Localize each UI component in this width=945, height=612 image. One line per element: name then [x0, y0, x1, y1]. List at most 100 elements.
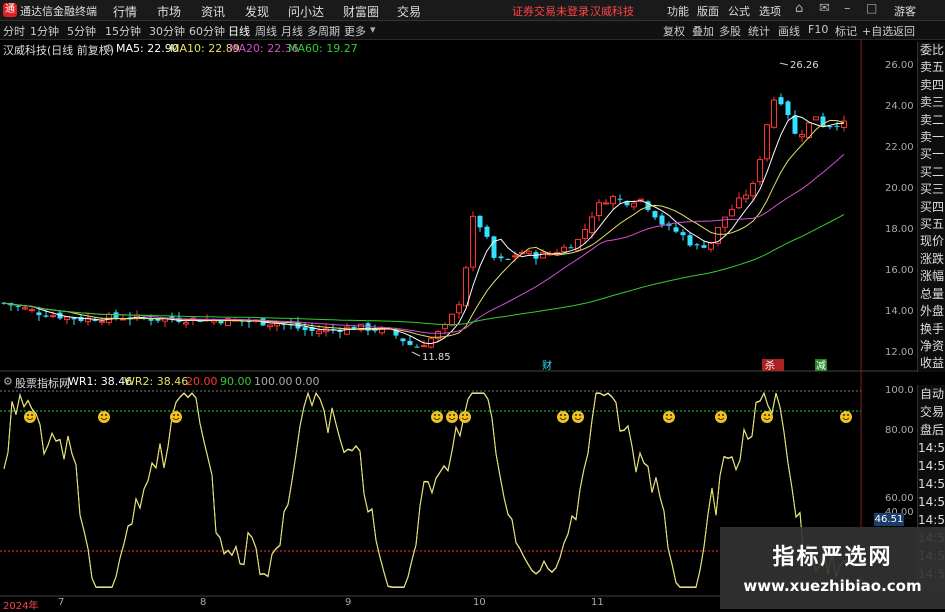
candle-body	[316, 330, 322, 335]
trade-log-item: 交易	[919, 405, 944, 419]
candle-body	[36, 312, 42, 316]
trade-log-item: 14:50	[918, 459, 945, 473]
candle-body	[694, 244, 700, 246]
date-tick: 7	[58, 597, 65, 608]
smiley-signal-icon	[715, 411, 727, 423]
smiley-signal-icon	[459, 411, 471, 423]
quote-label: 委比	[919, 43, 944, 57]
price-tick: 24.00	[885, 101, 914, 112]
candle-body	[477, 215, 483, 228]
date-tick: 10	[473, 597, 486, 608]
trade-log-item: 自动	[919, 387, 944, 401]
quote-label: 买一	[919, 147, 944, 162]
smiley-signal-icon	[431, 411, 443, 423]
quote-label: 卖四	[919, 77, 944, 92]
candle-body	[470, 215, 476, 268]
price-tick: 22.00	[885, 142, 914, 153]
candle-body	[638, 198, 644, 201]
quote-label: 卖一	[919, 130, 944, 145]
price-tick: 20.00	[885, 183, 914, 194]
candle-body	[729, 209, 735, 217]
candle-body	[407, 340, 413, 345]
ind-tick: 80.00	[885, 425, 914, 436]
candle-body	[596, 202, 602, 216]
candle-body	[449, 313, 455, 326]
trade-log-item: 14:50	[918, 441, 945, 455]
low-annotation: 11.85	[422, 352, 451, 363]
candle-body	[764, 124, 770, 160]
candle-body	[757, 159, 763, 183]
event-marker-sha[interactable]: 杀	[765, 359, 775, 372]
quote-label: 买二	[919, 164, 944, 179]
candle-body	[673, 227, 679, 232]
date-tick: 8	[200, 597, 207, 608]
candle-body	[631, 202, 637, 208]
trade-log-item: 盘后	[919, 423, 944, 437]
quote-label: 卖五	[919, 60, 944, 75]
quote-label: 涨幅	[919, 269, 944, 284]
quote-label: 买四	[919, 199, 944, 214]
quote-label: 现价	[919, 234, 944, 249]
smiley-signal-icon	[170, 411, 182, 423]
candle-body	[750, 182, 756, 197]
candle-body	[589, 216, 595, 234]
quote-label: 净资	[919, 338, 944, 353]
candle-body	[680, 232, 686, 236]
event-marker-cai[interactable]: 财	[542, 359, 552, 372]
candle-body	[820, 116, 826, 127]
candle-body	[421, 345, 427, 348]
event-marker-jian[interactable]: 减	[816, 360, 826, 372]
ind-tick: 60.00	[885, 493, 914, 504]
candle-body	[400, 338, 406, 342]
smiley-signal-icon	[663, 411, 675, 423]
candle-body	[827, 126, 833, 128]
date-tick: 9	[345, 597, 352, 608]
smiley-signal-icon	[24, 411, 36, 423]
quote-panel: 委比 卖五 卖四 卖三 卖二 卖一 买一 买二 买三 买四 买五 现价 涨跌 涨幅 总量 外盘 换手 净资 收益	[917, 42, 945, 372]
candle-body	[302, 327, 308, 331]
candle-body	[414, 346, 420, 348]
trade-log-item: 14:50	[918, 495, 945, 509]
candle-body	[736, 197, 742, 209]
candle-body	[267, 324, 273, 328]
candle-body	[218, 320, 224, 324]
smiley-signal-icon	[761, 411, 773, 423]
quote-label: 涨跌	[919, 251, 944, 266]
watermark-url: www.xuezhibiao.com	[743, 577, 922, 595]
candle-body	[50, 315, 56, 318]
candle-body	[610, 195, 616, 205]
candle-body	[442, 324, 448, 330]
quote-label: 买五	[919, 217, 944, 232]
candle-body	[463, 267, 469, 307]
trade-log-item: 14:50	[918, 477, 945, 491]
candle-body	[526, 250, 532, 254]
quote-label: 总量	[919, 286, 944, 301]
price-tick: 12.00	[885, 347, 914, 358]
price-tick: 18.00	[885, 224, 914, 235]
quote-label: 卖二	[919, 112, 944, 127]
candle-body	[512, 255, 518, 258]
smiley-signal-icon	[446, 411, 458, 423]
quote-label: 卖三	[919, 95, 944, 110]
buy-signal-icons	[24, 411, 852, 423]
high-annotation: 26.26	[790, 60, 819, 71]
candle-body	[491, 236, 497, 258]
candle-body	[617, 198, 623, 200]
candle-body	[99, 320, 105, 323]
watermark-title: 指标严选网	[772, 545, 893, 570]
price-tick: 26.00	[885, 60, 914, 71]
candle-body	[505, 258, 511, 260]
date-tick-year: 2024年	[3, 601, 39, 612]
candle-body	[43, 315, 49, 317]
candle-body	[568, 247, 574, 249]
current-wr-value: 46.51	[874, 513, 904, 526]
candle-body	[785, 101, 791, 116]
candle-body	[687, 235, 693, 246]
candle-body	[834, 125, 840, 127]
candle-body	[15, 305, 21, 307]
candle-body	[22, 307, 28, 310]
chart-canvas[interactable]: 26.26 11.85 财 杀 减	[0, 0, 945, 609]
candle-body	[582, 228, 588, 239]
candle-body	[799, 133, 805, 138]
quote-label: 收益	[919, 356, 944, 371]
